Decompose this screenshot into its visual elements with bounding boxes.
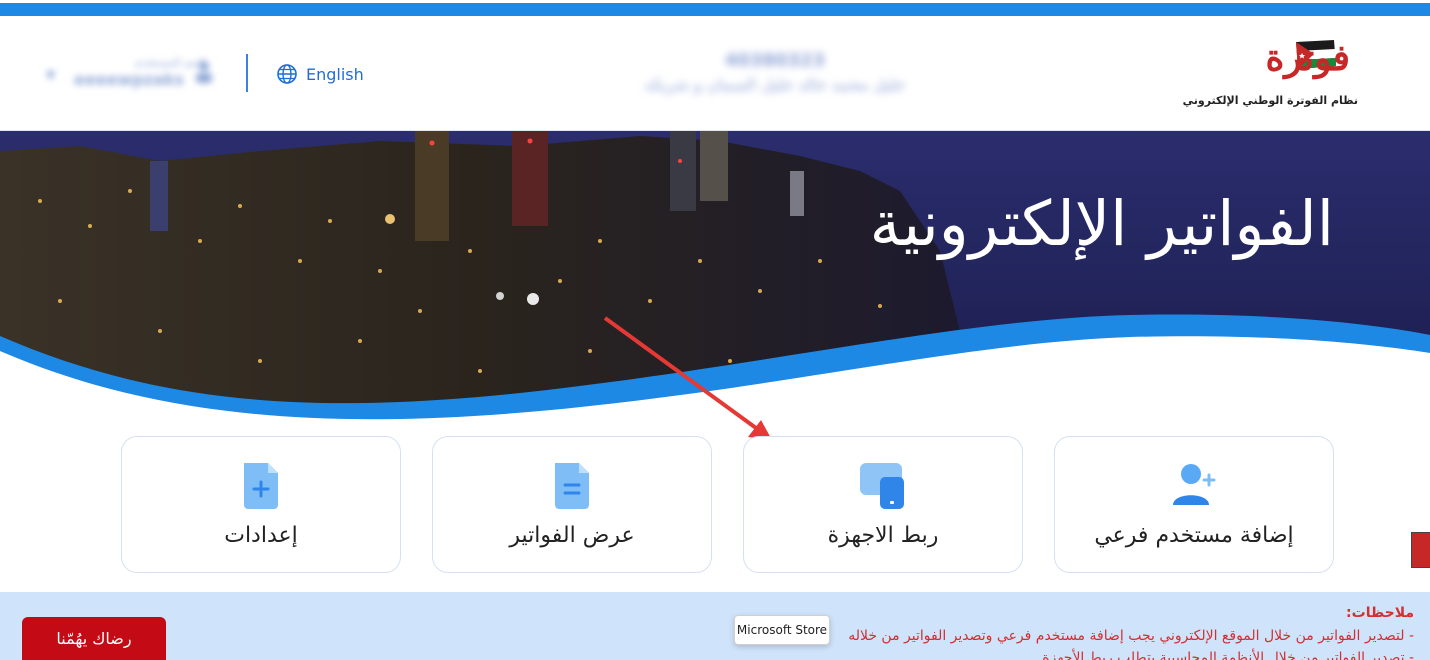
card-label: عرض الفواتير bbox=[509, 523, 635, 548]
settings-document-icon bbox=[244, 463, 278, 509]
notes-title: ملاحظات: bbox=[1346, 605, 1414, 621]
card-link-devices[interactable]: ربط الاجهزة bbox=[743, 436, 1023, 573]
card-label: إعدادات bbox=[224, 523, 298, 548]
chevron-down-icon: ▼ bbox=[46, 68, 56, 82]
language-label: English bbox=[306, 64, 364, 84]
microsoft-store-tooltip: Microsoft Store bbox=[734, 615, 830, 645]
top-accent-bar bbox=[0, 0, 1430, 16]
user-name: eeeewpzaks bbox=[74, 70, 184, 89]
user-caption: اسم المستخدم bbox=[135, 56, 204, 69]
card-label: ربط الاجهزة bbox=[827, 523, 939, 548]
card-view-invoices[interactable]: عرض الفواتير bbox=[432, 436, 712, 573]
company-info: 40380323 خليل محمد خالد خليل السمان و شر… bbox=[560, 50, 990, 94]
feedback-button[interactable]: رضاك يهُمّنا bbox=[22, 617, 166, 660]
hero-title: الفواتير الإلكترونية bbox=[869, 187, 1334, 260]
language-switch[interactable]: English bbox=[276, 63, 364, 85]
company-name: خليل محمد خالد خليل السمان و شريكه bbox=[644, 75, 906, 94]
fawtara-logo[interactable]: فوترة نظام الفوترة الوطني الإلكتروني bbox=[1183, 34, 1358, 116]
globe-icon bbox=[277, 64, 297, 84]
logo-tagline: نظام الفوترة الوطني الإلكتروني bbox=[1182, 94, 1358, 107]
notes-line: - تصدير الفواتير من خلال الأنظمة المحاسب… bbox=[1042, 650, 1414, 660]
site-header: فوترة نظام الفوترة الوطني الإلكتروني 403… bbox=[0, 16, 1430, 131]
notes-panel: ملاحظات: - لتصدير الفواتير من خلال الموق… bbox=[0, 592, 1430, 660]
user-icon bbox=[196, 61, 212, 83]
card-label: إضافة مستخدم فرعي bbox=[1094, 523, 1294, 548]
hero-banner: الفواتير الإلكترونية ✕ 文A bbox=[0, 131, 1430, 431]
link-devices-icon bbox=[860, 463, 904, 509]
user-menu[interactable]: ▼ اسم المستخدم eeeewpzaks bbox=[40, 54, 220, 94]
view-invoices-icon bbox=[555, 463, 589, 509]
notes-line: - لتصدير الفواتير من خلال الموقع الإلكتر… bbox=[848, 628, 1414, 644]
card-settings[interactable]: إعدادات bbox=[121, 436, 401, 573]
add-user-icon bbox=[1173, 464, 1216, 505]
header-divider bbox=[246, 54, 248, 92]
side-app-icon[interactable] bbox=[1411, 532, 1430, 568]
company-number: 40380323 bbox=[724, 50, 826, 71]
card-add-sub-user[interactable]: إضافة مستخدم فرعي bbox=[1054, 436, 1334, 573]
logo-wordmark: فوترة bbox=[1265, 37, 1350, 79]
city-night-image bbox=[0, 131, 1430, 431]
